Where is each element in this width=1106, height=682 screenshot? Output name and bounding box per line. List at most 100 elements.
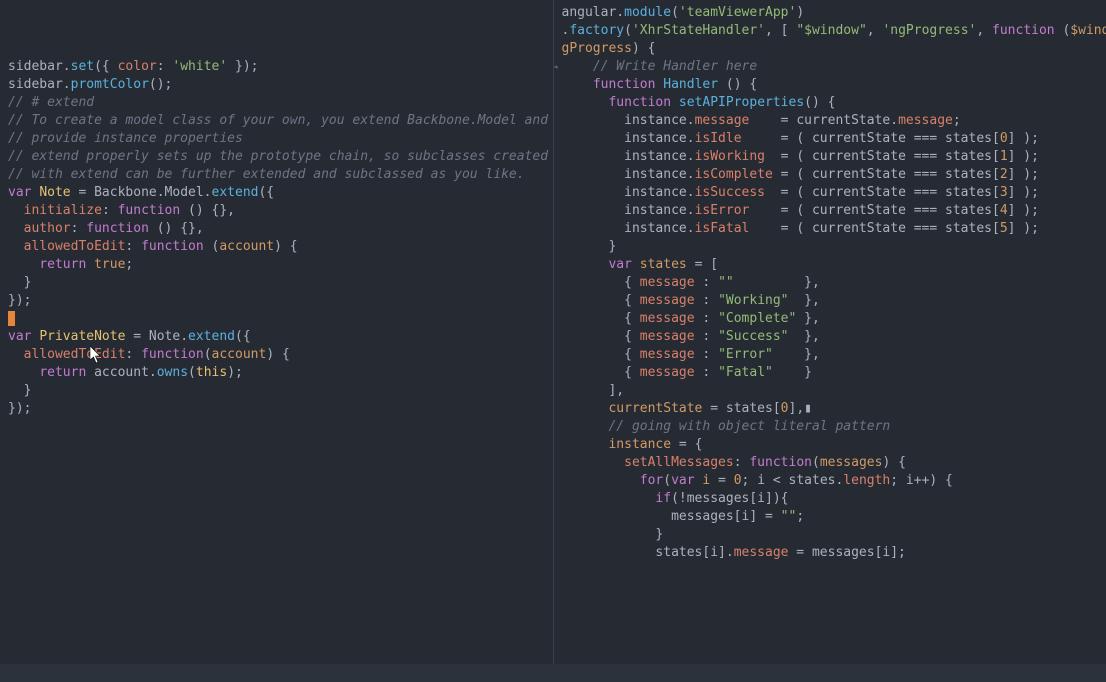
token: "" <box>781 509 797 524</box>
code-line[interactable]: author: function () {}, <box>8 220 545 238</box>
code-line[interactable]: } <box>562 238 1099 256</box>
code-line[interactable]: // going with object literal pattern <box>562 418 1099 436</box>
code-line[interactable]: { message : "Fatal" } <box>562 364 1099 382</box>
token <box>562 59 593 74</box>
token: ) { <box>632 41 655 56</box>
code-line[interactable]: instance.isComplete = ( currentState ===… <box>562 166 1099 184</box>
code-line[interactable]: messages[i] = ""; <box>562 508 1099 526</box>
code-line[interactable]: var PrivateNote = Note.extend({ <box>8 328 545 346</box>
token: states[i]. <box>562 545 734 560</box>
token: 0 <box>1000 131 1008 146</box>
code-line[interactable]: instance = { <box>562 436 1099 454</box>
code-line[interactable]: }); <box>8 292 545 310</box>
token: = ( currentState === states[ <box>749 203 999 218</box>
code-line[interactable]: .factory('XhrStateHandler', [ "$window",… <box>562 22 1099 40</box>
code-line[interactable]: // # extend <box>8 94 545 112</box>
token: function <box>86 221 149 236</box>
code-line[interactable]: instance.isError = ( currentState === st… <box>562 202 1099 220</box>
code-line[interactable]: function setAPIProperties() { <box>562 94 1099 112</box>
token: set <box>71 59 94 74</box>
token: : <box>71 221 87 236</box>
token: = { <box>671 437 702 452</box>
token <box>562 473 640 488</box>
token: isError <box>695 203 750 218</box>
code-line[interactable]: { message : "Success" }, <box>562 328 1099 346</box>
token: length <box>843 473 890 488</box>
token: "Success" <box>718 329 788 344</box>
code-line[interactable]: return true; <box>8 256 545 274</box>
code-line[interactable]: states[i].message = messages[i]; <box>562 544 1099 562</box>
code-line[interactable]: // extend properly sets up the prototype… <box>8 148 545 166</box>
code-line[interactable]: instance.message = currentState.message; <box>562 112 1099 130</box>
token: ( <box>812 455 820 470</box>
token: account. <box>86 365 156 380</box>
token: isWorking <box>695 149 765 164</box>
editor-left-pane[interactable]: sidebar.set({ color: 'white' });sidebar.… <box>0 0 554 664</box>
token: 'white' <box>172 59 227 74</box>
token: // extend properly sets up the prototype… <box>8 149 548 164</box>
token: ; <box>125 257 133 272</box>
code-line[interactable]: var states = [ <box>562 256 1099 274</box>
code-line[interactable]: setAllMessages: function(messages) { <box>562 454 1099 472</box>
token: ], <box>562 383 625 398</box>
code-line[interactable]: { message : "" }, <box>562 274 1099 292</box>
token: : <box>695 293 718 308</box>
code-line[interactable] <box>8 310 545 328</box>
token: : <box>695 275 718 290</box>
code-line[interactable]: instance.isFatal = ( currentState === st… <box>562 220 1099 238</box>
code-line[interactable]: }); <box>8 400 545 418</box>
token: = Backbone.Model. <box>71 185 212 200</box>
token: = ( currentState === states[ <box>765 149 1000 164</box>
code-line[interactable]: } <box>8 382 545 400</box>
token: initialize <box>24 203 102 218</box>
token: message <box>640 347 695 362</box>
code-line[interactable]: angular.module('teamViewerApp') <box>562 4 1099 22</box>
token: = ( currentState === states[ <box>765 185 1000 200</box>
code-line[interactable]: // To create a model class of your own, … <box>8 112 545 130</box>
token: { <box>562 311 640 326</box>
code-line[interactable]: currentState = states[0],▮ <box>562 400 1099 418</box>
token: this <box>196 365 227 380</box>
code-line[interactable]: for(var i = 0; i < states.length; i++) { <box>562 472 1099 490</box>
code-line[interactable]: return account.owns(this); <box>8 364 545 382</box>
code-line[interactable]: function Handler () { <box>562 76 1099 94</box>
token: } <box>562 239 617 254</box>
token: ( <box>624 23 632 38</box>
code-line[interactable]: ], <box>562 382 1099 400</box>
code-line[interactable]: sidebar.promtColor(); <box>8 76 545 94</box>
token: = messages[i]; <box>788 545 905 560</box>
token: promtColor <box>71 77 149 92</box>
token: { <box>562 365 640 380</box>
code-line[interactable]: var Note = Backbone.Model.extend({ <box>8 184 545 202</box>
code-line[interactable]: { message : "Error" }, <box>562 346 1099 364</box>
code-line[interactable]: { message : "Complete" }, <box>562 310 1099 328</box>
code-line[interactable]: allowedToEdit: function (account) { <box>8 238 545 256</box>
code-line[interactable]: { message : "Working" }, <box>562 292 1099 310</box>
token: "Error" <box>718 347 773 362</box>
token <box>562 437 609 452</box>
modeline-right: -:**- xhrStateHandler.js Top (25,29) Git… <box>553 664 1106 682</box>
code-line[interactable]: gProgress) { <box>562 40 1099 58</box>
token: var <box>8 329 31 344</box>
token: var <box>671 473 694 488</box>
code-line[interactable]: instance.isWorking = ( currentState === … <box>562 148 1099 166</box>
token: = <box>710 473 733 488</box>
token: ({ <box>94 59 117 74</box>
code-line[interactable]: initialize: function () {}, <box>8 202 545 220</box>
code-line[interactable]: allowedToEdit: function(account) { <box>8 346 545 364</box>
code-line[interactable]: instance.isSuccess = ( currentState === … <box>562 184 1099 202</box>
code-line[interactable]: } <box>8 274 545 292</box>
secondary-cursor: ▮ <box>804 401 812 416</box>
token: : <box>157 59 173 74</box>
code-line[interactable]: if(!messages[i]){ <box>562 490 1099 508</box>
editor-right-pane[interactable]: angular.module('teamViewerApp').factory(… <box>554 0 1106 664</box>
code-line[interactable]: // with extend can be further extended a… <box>8 166 545 184</box>
token: { <box>562 293 640 308</box>
code-line[interactable]: } <box>562 526 1099 544</box>
code-line[interactable]: // Write Handler here <box>562 58 1099 76</box>
token: ; i < states. <box>742 473 844 488</box>
code-line[interactable]: sidebar.set({ color: 'white' }); <box>8 58 545 76</box>
code-line[interactable]: // provide instance properties <box>8 130 545 148</box>
code-line[interactable]: instance.isIdle = ( currentState === sta… <box>562 130 1099 148</box>
token <box>632 257 640 272</box>
